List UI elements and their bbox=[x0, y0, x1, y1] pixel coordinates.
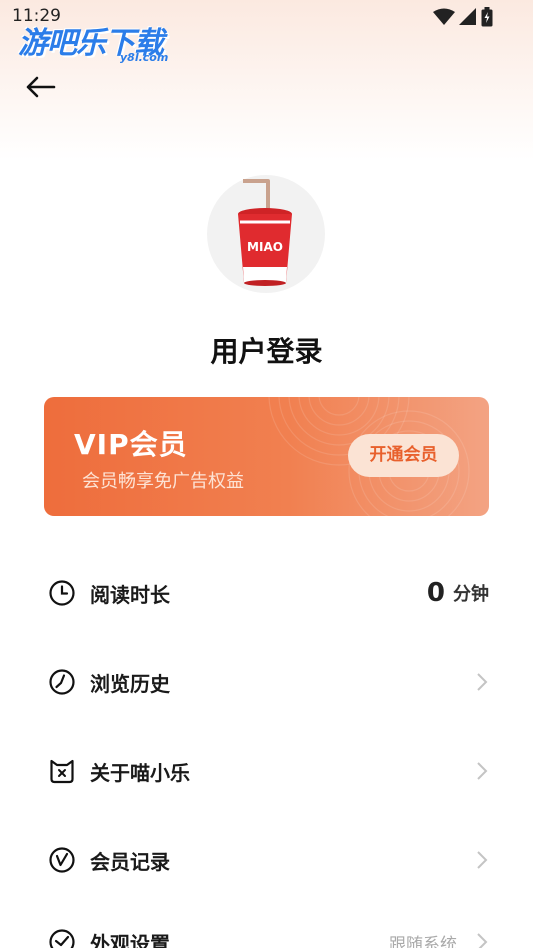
menu-item-appearance[interactable]: 外观设置 跟随系统 bbox=[44, 912, 489, 948]
menu-item-label: 浏览历史 bbox=[90, 671, 170, 696]
cup-icon: MIAO bbox=[238, 179, 292, 286]
menu-item-label: 会员记录 bbox=[90, 849, 170, 874]
clock-icon bbox=[49, 580, 75, 606]
reading-time-unit: 分钟 bbox=[453, 584, 489, 605]
chevron-right-icon bbox=[477, 933, 488, 948]
chevron-right-icon bbox=[477, 762, 488, 780]
wifi-icon bbox=[433, 8, 455, 25]
vip-title: VIP会员 bbox=[74, 428, 188, 461]
watermark-url: y8l.com bbox=[120, 51, 169, 64]
appearance-icon bbox=[49, 929, 75, 948]
history-icon bbox=[49, 669, 75, 695]
member-record-icon bbox=[49, 847, 75, 873]
cup-badge-text: MIAO bbox=[247, 240, 283, 254]
cat-face-icon bbox=[50, 759, 74, 784]
chevron-right-icon bbox=[477, 673, 488, 691]
arrow-left-icon bbox=[26, 76, 56, 98]
vip-subtitle: 会员畅享免广告权益 bbox=[82, 471, 244, 492]
vip-card[interactable]: VIP会员 会员畅享免广告权益 开通会员 bbox=[44, 397, 489, 516]
menu-item-label: 关于喵小乐 bbox=[90, 760, 190, 785]
chevron-right-icon bbox=[477, 851, 488, 869]
battery-icon bbox=[481, 7, 493, 27]
menu-item-label: 外观设置 bbox=[90, 931, 170, 948]
status-icons bbox=[433, 7, 493, 27]
login-title[interactable]: 用户登录 bbox=[0, 330, 533, 370]
menu-item-member-records[interactable]: 会员记录 bbox=[44, 830, 489, 890]
menu-item-label: 阅读时长 bbox=[90, 582, 170, 607]
menu-item-history[interactable]: 浏览历史 bbox=[44, 652, 489, 712]
reading-time-value: 0 bbox=[426, 578, 445, 608]
avatar[interactable]: MIAO bbox=[207, 175, 325, 293]
back-button[interactable] bbox=[24, 72, 58, 102]
menu-item-reading-time[interactable]: 阅读时长 0 分钟 bbox=[44, 563, 489, 623]
open-vip-button[interactable]: 开通会员 bbox=[348, 434, 459, 477]
appearance-value: 跟随系统 bbox=[389, 934, 457, 948]
menu-item-about[interactable]: 关于喵小乐 bbox=[44, 741, 489, 801]
signal-icon bbox=[459, 8, 476, 25]
